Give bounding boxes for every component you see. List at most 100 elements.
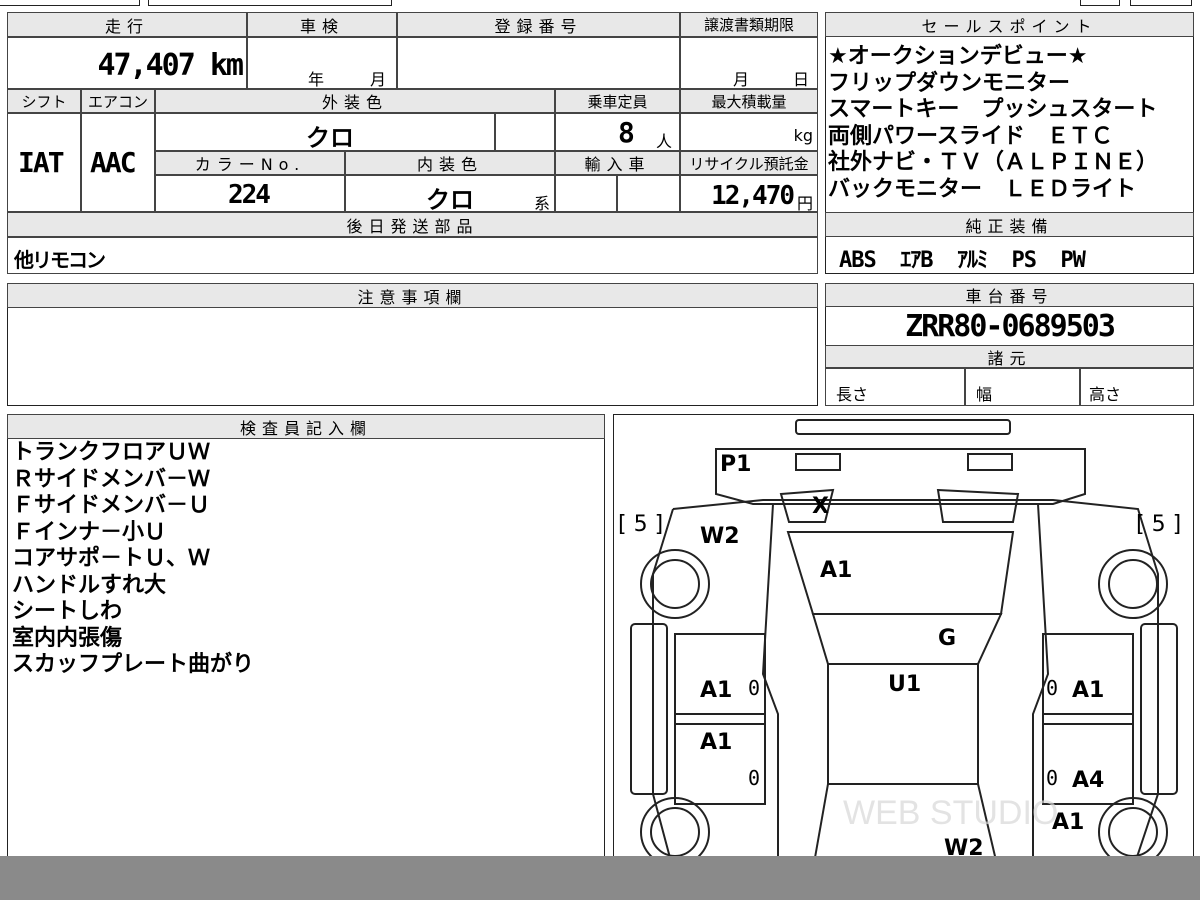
shift-cell: IAT xyxy=(7,113,81,212)
exterior-color-value: クロ xyxy=(306,124,354,152)
mileage-cell: 47,407 km xyxy=(7,37,247,89)
mileage-value: 47,407 km xyxy=(97,48,244,83)
max-load-cell: kg xyxy=(680,113,818,151)
specs-length-cell: 長さ xyxy=(825,368,965,406)
recycle-cell: 12,470 円 xyxy=(680,175,818,213)
sales-point-line: スマートキー プッシュスタート xyxy=(828,97,1158,122)
color-no-value: 224 xyxy=(228,180,271,210)
specs-length-label: 長さ xyxy=(836,385,869,404)
exterior-color-header: 外装色 xyxy=(155,89,555,113)
aircon-header: エアコン xyxy=(81,89,155,113)
interior-color-suffix: 系 xyxy=(534,194,551,213)
inspector-line: シートしわ xyxy=(12,599,123,624)
shaken-cell: 年 月 xyxy=(247,37,397,89)
chassis-cell: ZRR80-0689503 xyxy=(825,307,1194,345)
mark-a1-fl: A1 xyxy=(700,678,733,703)
left-grade-label: [ 5 ] xyxy=(618,512,664,537)
shaken-year-label: 年 xyxy=(308,70,325,89)
specs-width-cell: 幅 xyxy=(965,368,1080,406)
mark-w2-top: W2 xyxy=(700,524,740,549)
inspector-line: トランクフロアＵＷ xyxy=(12,440,211,465)
mark-g: G xyxy=(938,626,957,651)
recycle-header: リサイクル預託金 xyxy=(680,151,818,175)
color-no-cell: 224 xyxy=(155,175,345,212)
mark-a4-rr: A4 xyxy=(1072,768,1105,793)
shaken-header: 車検 xyxy=(247,12,397,37)
capacity-value: 8 xyxy=(618,116,635,149)
mark-a1-rl: A1 xyxy=(700,730,733,755)
recycle-unit: 円 xyxy=(796,194,813,213)
equipment-header: 純正装備 xyxy=(825,212,1194,237)
zero-mark: 0 xyxy=(748,766,761,790)
inspector-line: ハンドルすれ大 xyxy=(12,572,167,598)
diagram-watermark: WEB STUDIO xyxy=(843,794,1058,832)
sales-point-line: 社外ナビ・ＴＶ（ＡＬＰＩＮＥ） xyxy=(828,150,1159,175)
aircon-cell: AAC xyxy=(81,113,155,212)
recycle-value: 12,470 xyxy=(711,181,795,211)
inspector-list: トランクフロアＵＷ Ｒサイドメンバ－Ｗ Ｆサイドメンバ－Ｕ Ｆインナ－小Ｕ コア… xyxy=(12,440,602,679)
specs-width-label: 幅 xyxy=(976,385,993,404)
notes-header: 注意事項欄 xyxy=(7,283,818,308)
aircon-value: AAC xyxy=(90,146,137,179)
inspector-header: 検査員記入欄 xyxy=(7,414,605,439)
transfer-header: 譲渡書類期限 xyxy=(680,12,818,37)
shift-value: IAT xyxy=(18,146,65,179)
specs-header: 諸元 xyxy=(825,345,1194,368)
transfer-cell: 月 日 xyxy=(680,37,818,89)
import-cell-b xyxy=(617,175,680,212)
inspector-line: Ｆサイドメンバ－Ｕ xyxy=(12,493,211,518)
color-no-header: カラーNo. xyxy=(155,151,345,175)
bottom-overlay-bar xyxy=(0,856,1200,900)
interior-color-header: 内装色 xyxy=(345,151,555,175)
equipment-cell: ABS ｴｱB ｱﾙﾐ PS PW xyxy=(825,237,1194,274)
exterior-color-code-cell xyxy=(495,113,555,151)
zero-mark: 0 xyxy=(1046,766,1059,790)
chassis-value: ZRR80-0689503 xyxy=(905,308,1116,344)
transfer-month-label: 月 xyxy=(733,70,750,89)
chassis-header: 車台番号 xyxy=(825,283,1194,307)
mileage-header: 走行 xyxy=(7,12,247,37)
mark-a1-hood: A1 xyxy=(820,558,853,583)
mark-a1-rr2: A1 xyxy=(1052,810,1085,835)
inspector-line: スカッフプレート曲がり xyxy=(12,652,255,677)
max-load-unit: kg xyxy=(793,126,813,145)
capacity-cell: 8 人 xyxy=(555,113,680,151)
import-header: 輸入車 xyxy=(555,151,680,175)
zero-mark: 0 xyxy=(1046,676,1059,700)
registration-header: 登録番号 xyxy=(397,12,680,37)
specs-height-cell: 高さ xyxy=(1080,368,1194,406)
import-cell-a xyxy=(555,175,617,212)
transfer-day-label: 日 xyxy=(793,70,810,89)
inspector-line: Ｒサイドメンバ－Ｗ xyxy=(12,466,211,492)
mark-x: X xyxy=(812,494,829,519)
capacity-header: 乗車定員 xyxy=(555,89,680,113)
shift-header: シフト xyxy=(7,89,81,113)
max-load-header: 最大積載量 xyxy=(680,89,818,113)
mark-a1-fr: A1 xyxy=(1072,678,1105,703)
shipping-header: 後日発送部品 xyxy=(7,212,818,237)
specs-height-label: 高さ xyxy=(1089,385,1122,404)
inspector-line: Ｆインナ－小Ｕ xyxy=(12,519,167,545)
inspector-line: 室内内張傷 xyxy=(12,625,123,651)
sales-point-line: フリップダウンモニター xyxy=(828,70,1071,96)
sales-point-line: バックモニター ＬＥＤライト xyxy=(828,176,1137,202)
mark-u1: U1 xyxy=(888,672,922,697)
zero-mark: 0 xyxy=(748,676,761,700)
shipping-cell: 他リモコン xyxy=(7,237,818,274)
sales-points-list: ★オークションデビュー★ フリップダウンモニター スマートキー プッシュスタート… xyxy=(828,44,1190,203)
shipping-value: 他リモコン xyxy=(14,248,106,272)
top-strip xyxy=(0,0,1200,8)
inspector-line: コアサポ－トＵ、Ｗ xyxy=(12,546,211,571)
equipment-value: ABS ｴｱB ｱﾙﾐ PS PW xyxy=(839,248,1086,273)
sales-points-header: セールスポイント xyxy=(825,12,1194,37)
exterior-color-cell: クロ xyxy=(155,113,495,152)
capacity-unit: 人 xyxy=(656,132,673,151)
mark-p1: P1 xyxy=(720,452,752,477)
car-diagram: WEB STUDIO xyxy=(630,419,1178,870)
right-grade-label: [ 5 ] xyxy=(1136,512,1182,537)
registration-cell xyxy=(397,37,680,89)
shaken-month-label: 月 xyxy=(370,70,387,89)
sales-point-line: ★オークションデビュー★ xyxy=(828,44,1088,69)
sales-point-line: 両側パワースライド ＥＴＣ xyxy=(828,123,1113,149)
interior-color-cell: クロ 系 xyxy=(345,175,555,214)
